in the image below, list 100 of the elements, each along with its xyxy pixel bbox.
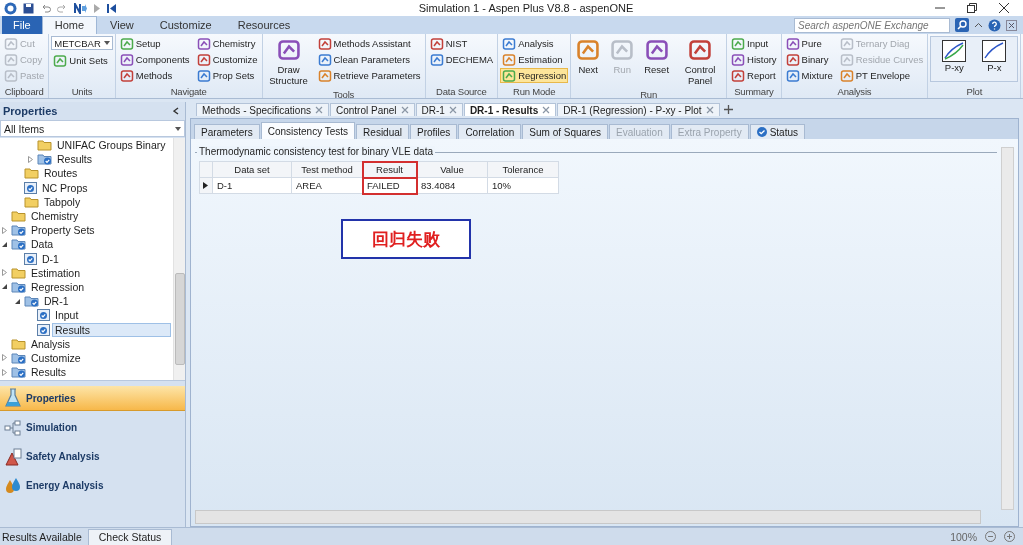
scrollbar[interactable] — [173, 138, 185, 380]
units-dropdown[interactable]: METCBAR — [51, 36, 113, 50]
sheet-tab[interactable]: Residual — [356, 124, 409, 139]
tree-item[interactable]: Data — [28, 237, 57, 252]
ribbon-button[interactable]: Unit Sets — [51, 53, 113, 68]
ribbon-button[interactable]: Chemistry — [194, 36, 260, 51]
document-tab[interactable]: Control Panel — [329, 103, 415, 116]
ribbon-button[interactable]: Input — [729, 36, 779, 51]
ribbon-button[interactable]: History — [729, 52, 779, 67]
tree-item[interactable]: Tabpoly — [41, 194, 84, 209]
collapse-ribbon-icon[interactable] — [974, 22, 983, 28]
play-icon[interactable] — [93, 2, 101, 14]
tree-item[interactable]: Analysis — [28, 336, 74, 351]
navigation-button[interactable]: Properties — [0, 386, 185, 411]
ribbon-tab[interactable]: Customize — [146, 16, 225, 34]
search-field[interactable]: Search aspenONE Exchange — [794, 17, 950, 33]
tree-item[interactable]: D-1 — [39, 251, 62, 266]
ribbon-button[interactable]: Clean Parameters — [315, 52, 423, 67]
ribbon-button[interactable]: Estimation — [500, 52, 569, 67]
ribbon-button[interactable]: Methods Assistant — [315, 36, 423, 51]
tree-item[interactable]: Customize — [28, 350, 84, 365]
command-icon — [731, 52, 746, 67]
document-tab[interactable]: DR-1 — [415, 103, 463, 116]
sheet-tab[interactable]: Sum of Squares — [522, 124, 608, 139]
ribbon-button[interactable]: Report — [729, 68, 779, 83]
collapse-arrow-icon[interactable] — [1, 240, 8, 248]
tree-item[interactable]: Input — [52, 308, 82, 323]
ribbon-tab[interactable]: Resources — [224, 16, 304, 34]
sheet-tab[interactable]: Parameters — [194, 124, 260, 139]
document-tab[interactable]: Methods - Specifications — [196, 103, 329, 116]
ribbon-button[interactable]: Pure — [783, 36, 835, 51]
plus-icon[interactable] — [723, 105, 733, 114]
filter-dropdown[interactable]: All Items — [0, 120, 185, 137]
ribbon-button[interactable]: Customize — [194, 52, 260, 67]
ribbon-tab[interactable]: File — [2, 16, 42, 34]
zoom-out-icon[interactable] — [985, 531, 996, 542]
sheet-tab[interactable]: Correlation — [458, 124, 522, 139]
sheet-tab[interactable]: Profiles — [410, 124, 458, 139]
document-tab[interactable]: DR-1 - Results — [463, 103, 557, 116]
restore-icon[interactable] — [967, 3, 977, 13]
form-check-icon — [37, 323, 50, 336]
ribbon-button[interactable]: NIST — [427, 36, 496, 51]
plot-button[interactable]: P-x — [979, 39, 1010, 79]
ribbon-button[interactable]: Draw Structure — [264, 36, 313, 88]
collapse-panel-icon[interactable] — [173, 107, 179, 115]
app-logo-icon[interactable] — [4, 1, 17, 15]
ribbon-button[interactable]: Prop Sets — [194, 68, 260, 83]
tree-item[interactable]: Results — [52, 322, 171, 337]
ribbon-tab[interactable]: View — [97, 16, 147, 34]
vertical-scrollbar[interactable] — [1001, 147, 1014, 510]
ribbon-button[interactable]: Control Panel — [676, 36, 725, 88]
ribbon-button[interactable]: Mixture — [783, 68, 835, 83]
undo-icon[interactable] — [40, 2, 51, 14]
tree-item[interactable]: NC Props — [39, 180, 91, 195]
expand-arrow-icon[interactable] — [27, 155, 34, 163]
horizontal-scrollbar[interactable] — [195, 510, 981, 524]
navigation-button[interactable]: Energy Analysis — [0, 473, 185, 498]
tree-item[interactable]: Results — [28, 365, 69, 380]
ribbon-tab[interactable]: Home — [41, 16, 98, 34]
ribbon-button[interactable]: Binary — [783, 52, 835, 67]
ribbon-button[interactable]: DECHEMA — [427, 52, 496, 67]
ribbon-button[interactable]: PT Envelope — [837, 68, 926, 83]
redo-icon[interactable] — [57, 2, 68, 14]
tree-item[interactable]: Results — [54, 152, 95, 167]
navigation-button[interactable]: Simulation — [0, 415, 185, 440]
zoom-in-icon[interactable] — [1004, 531, 1015, 542]
ribbon-button[interactable]: Components — [117, 52, 192, 67]
next-icon[interactable] — [74, 2, 87, 14]
reset-icon[interactable] — [107, 2, 117, 14]
document-tab[interactable]: DR-1 (Regression) - P-xy - Plot — [557, 103, 720, 116]
tree-item[interactable]: Estimation — [28, 265, 84, 280]
search-icon[interactable] — [955, 18, 969, 32]
ribbon-button[interactable]: Reset — [641, 36, 673, 88]
navigation-button[interactable]: Safety Analysis — [0, 444, 185, 469]
ribbon-button[interactable]: Analysis — [500, 36, 569, 51]
expand-arrow-icon[interactable] — [1, 368, 8, 376]
check-status-button[interactable]: Check Status — [87, 528, 173, 545]
tree-item[interactable]: Chemistry — [28, 209, 82, 224]
tree-item[interactable]: UNIFAC Groups Binary — [54, 138, 169, 153]
ribbon-button[interactable]: Next — [573, 36, 604, 88]
command-icon — [839, 36, 854, 51]
tree-item[interactable]: Routes — [41, 166, 81, 181]
ribbon-button[interactable]: Regression — [500, 68, 569, 83]
ribbon-button[interactable]: Setup — [117, 36, 192, 51]
close-icon[interactable] — [999, 3, 1009, 13]
tree-item[interactable]: DR-1 — [41, 294, 72, 309]
help-icon[interactable] — [988, 18, 1001, 32]
ribbon-button[interactable]: Methods — [117, 68, 192, 83]
plot-button[interactable]: P-xy — [939, 39, 970, 79]
sheet-tab[interactable]: Consistency Tests — [260, 122, 356, 139]
tree-item[interactable]: Regression — [28, 279, 88, 294]
expand-arrow-icon[interactable] — [1, 354, 8, 362]
tree-item[interactable]: Property Sets — [28, 223, 98, 238]
sheet-tab[interactable]: Status — [749, 124, 805, 139]
expand-arrow-icon[interactable] — [1, 226, 8, 234]
save-icon[interactable] — [23, 2, 34, 14]
expand-arrow-icon[interactable] — [1, 269, 8, 277]
collapse-arrow-icon[interactable] — [14, 297, 21, 305]
ribbon-button[interactable]: Retrieve Parameters — [315, 68, 423, 83]
collapse-arrow-icon[interactable] — [1, 283, 8, 291]
